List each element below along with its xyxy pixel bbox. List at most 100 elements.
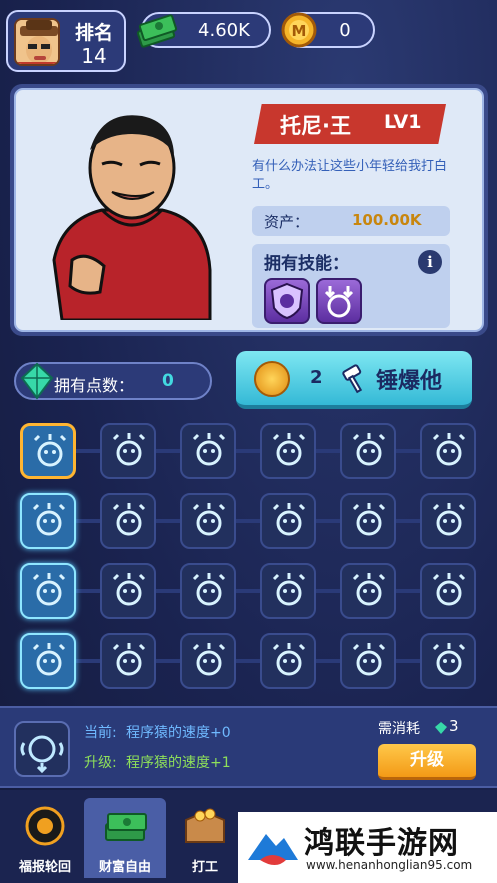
- upgrade-icon: [112, 433, 146, 466]
- money-stack-icon: [136, 14, 178, 48]
- upgrade-icon: [352, 503, 386, 536]
- upgrade-icon: [32, 503, 66, 536]
- upgrade-tile[interactable]: [100, 423, 156, 479]
- upgrade-tile[interactable]: [420, 563, 476, 619]
- character-level: LV1: [384, 111, 422, 133]
- upgrade-tile[interactable]: [180, 493, 236, 549]
- smash-button[interactable]: 2 锤爆他: [236, 351, 472, 409]
- upgrade-tile[interactable]: [260, 633, 316, 689]
- upgrade-tile[interactable]: [100, 563, 156, 619]
- rank-panel[interactable]: 排名 14: [6, 10, 126, 72]
- character-card: 托尼·王 LV1 有什么办法让这些小年轻给我打白工。 资产： 100.00K 拥…: [10, 84, 488, 336]
- upgrade-tile[interactable]: [100, 493, 156, 549]
- upgrade-icon: [112, 573, 146, 606]
- coin-icon: [254, 361, 290, 397]
- smash-label: 锤爆他: [376, 369, 443, 394]
- upgrade-icon: [272, 433, 306, 466]
- points-label: 拥有点数：: [54, 376, 135, 395]
- upgrade-icon: [32, 643, 66, 676]
- character-description: 有什么办法让这些小年轻给我打白工。: [252, 159, 448, 192]
- upgrade-grid: [20, 423, 480, 691]
- upgrade-icon: [192, 433, 226, 466]
- rank-label: 排名: [74, 22, 113, 44]
- upgrade-tile[interactable]: [20, 633, 76, 689]
- nav-item-wheel[interactable]: 福报轮回: [4, 798, 86, 878]
- upgrade-icon: [192, 573, 226, 606]
- upgrade-icon: [352, 433, 386, 466]
- upgrade-icon: [352, 643, 386, 676]
- upgrade-tile[interactable]: [340, 493, 396, 549]
- coin-icon: M: [281, 12, 317, 48]
- upgrade-button[interactable]: 升级: [378, 744, 476, 780]
- skill-shield-icon[interactable]: [264, 278, 310, 324]
- upgrade-label: 升级:: [84, 755, 117, 771]
- upgrade-tile[interactable]: [260, 563, 316, 619]
- points-pill: 拥有点数： 0: [14, 362, 212, 400]
- avatar: [14, 18, 60, 66]
- upgrade-tile[interactable]: [180, 423, 236, 479]
- watermark-logo: [248, 834, 298, 865]
- nav-item-work[interactable]: 打工: [164, 798, 246, 878]
- watermark-title: 鸿联手游网: [304, 826, 459, 861]
- upgrade-panel: 当前: 程序猿的速度+0 升级: 程序猿的速度+1 需消耗 3 升级: [0, 706, 497, 788]
- upgrade-icon: [32, 573, 66, 606]
- upgrade-tile[interactable]: [100, 633, 156, 689]
- coin-value: 0: [339, 20, 351, 41]
- skills-panel: 拥有技能： i: [252, 244, 450, 328]
- upgrade-tile[interactable]: [340, 633, 396, 689]
- character-name: 托尼·王: [280, 114, 351, 138]
- upgrade-icon: [272, 643, 306, 676]
- watermark-url: www.henanhonglian95.com: [306, 858, 473, 872]
- asset-row: 资产： 100.00K: [252, 206, 450, 236]
- smash-cost: 2: [310, 367, 323, 388]
- nav-label: 福报轮回: [18, 860, 71, 875]
- rank-value: 14: [81, 44, 107, 68]
- info-icon[interactable]: i: [418, 250, 442, 274]
- upgrade-tile[interactable]: [260, 423, 316, 479]
- upgrade-tile[interactable]: [180, 563, 236, 619]
- upgrade-tile[interactable]: [20, 423, 76, 479]
- watermark: 鸿联手游网 www.henanhonglian95.com: [238, 812, 497, 883]
- upgrade-tile[interactable]: [260, 493, 316, 549]
- current-value: 程序猿的速度+0: [126, 725, 231, 741]
- cost-label: 需消耗: [378, 721, 420, 737]
- upgrade-icon: [432, 573, 466, 606]
- upgrade-tile[interactable]: [340, 563, 396, 619]
- upgrade-icon: [112, 643, 146, 676]
- upgrade-icon: [112, 503, 146, 536]
- wheel-icon: [25, 806, 65, 846]
- gem-icon: [435, 722, 447, 734]
- upgrade-tile[interactable]: [180, 633, 236, 689]
- hammer-icon: [342, 364, 363, 394]
- box-icon: [185, 808, 225, 843]
- upgrade-icon: [272, 503, 306, 536]
- upgrade-icon: [352, 573, 386, 606]
- upgrade-icon: [33, 434, 67, 467]
- name-banner: 托尼·王 LV1: [254, 104, 446, 144]
- upgrade-tile[interactable]: [20, 493, 76, 549]
- upgrade-icon: [432, 503, 466, 536]
- upgrade-icon: [272, 573, 306, 606]
- character-card-body: 托尼·王 LV1 有什么办法让这些小年轻给我打白工。 资产： 100.00K 拥…: [14, 88, 484, 332]
- upgrade-tile[interactable]: [340, 423, 396, 479]
- upgrade-icon: [432, 433, 466, 466]
- coin-pill: M 0: [281, 12, 375, 48]
- upgrade-tile[interactable]: [420, 633, 476, 689]
- cash-value: 4.60K: [198, 20, 250, 41]
- upgrade-tile[interactable]: [420, 493, 476, 549]
- upgrade-tile[interactable]: [20, 563, 76, 619]
- money-stack-icon: [105, 813, 147, 841]
- asset-value: 100.00K: [352, 211, 422, 229]
- top-bar: 排名 14 4.60K M 0: [6, 8, 492, 74]
- skills-label: 拥有技能：: [264, 254, 349, 274]
- nav-label: 财富自由: [98, 860, 151, 875]
- asset-label: 资产：: [264, 213, 310, 231]
- svg-text:M: M: [292, 22, 307, 40]
- upgrade-tile[interactable]: [420, 423, 476, 479]
- points-value: 0: [162, 371, 174, 391]
- cash-pill: 4.60K: [136, 12, 271, 48]
- nav-item-wealth[interactable]: 财富自由: [84, 798, 166, 878]
- skill-arrow-down-icon[interactable]: [316, 278, 362, 324]
- nav-label: 打工: [191, 860, 218, 875]
- gem-icon: [20, 362, 54, 400]
